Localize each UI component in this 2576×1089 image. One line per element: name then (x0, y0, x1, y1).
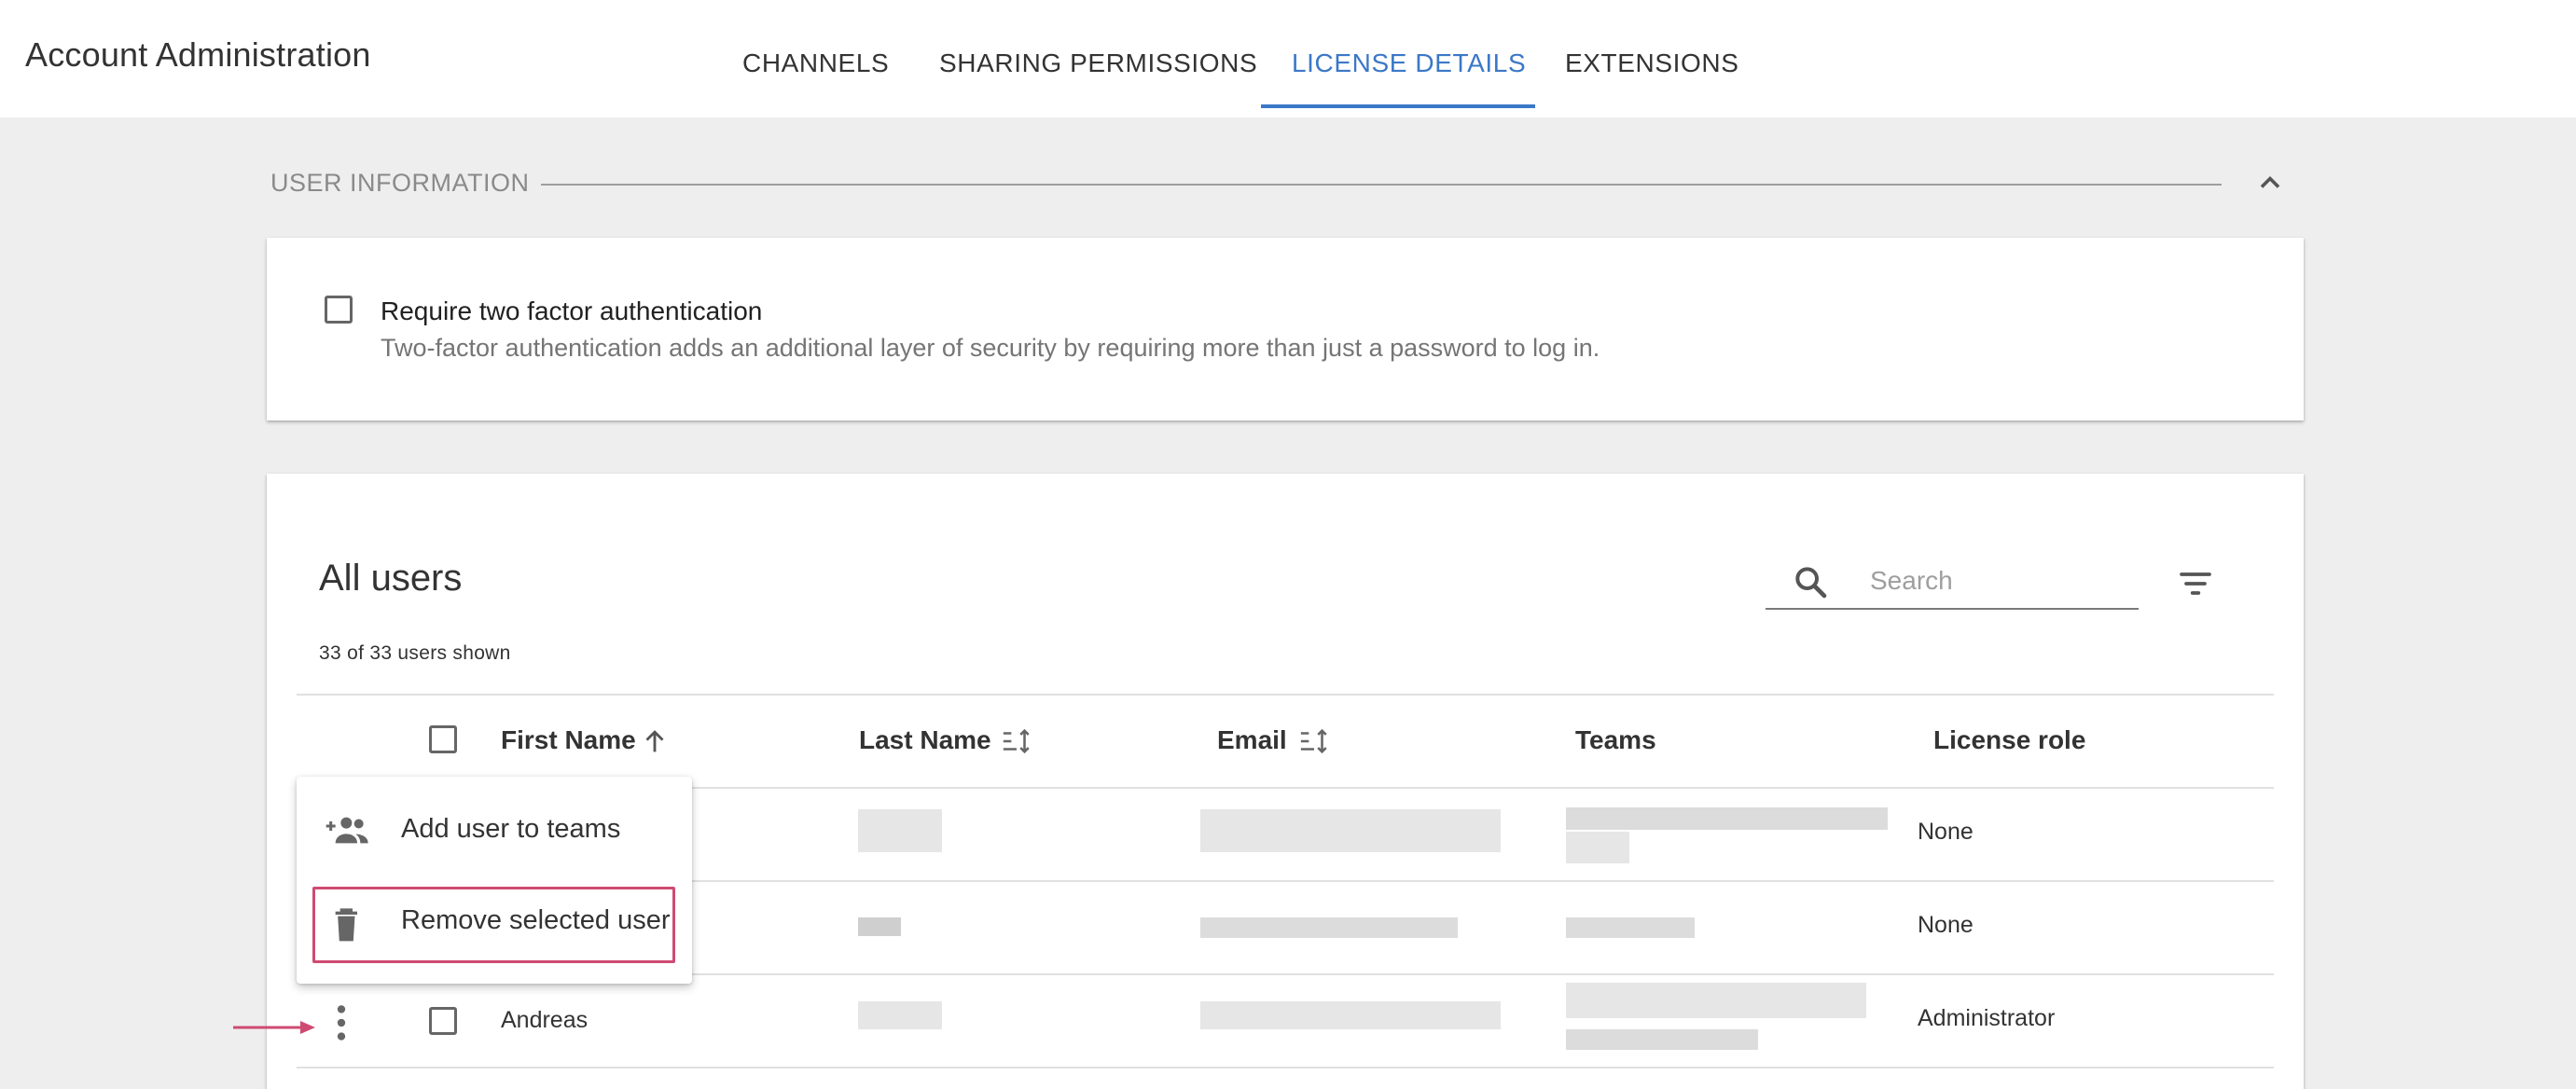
sort-icon[interactable] (1001, 725, 1032, 757)
redacted-email (1200, 1001, 1501, 1029)
top-bar: Account Administration CHANNELS SHARING … (0, 0, 2576, 117)
two-factor-label: Require two factor authentication (381, 296, 763, 325)
tab-sharing-permissions[interactable]: SHARING PERMISSIONS (939, 48, 1257, 78)
search-input[interactable] (1868, 559, 2124, 602)
row-checkbox[interactable] (429, 1007, 457, 1035)
column-header-email[interactable]: Email (1217, 725, 1287, 755)
chevron-up-icon[interactable] (2253, 166, 2287, 200)
add-user-to-teams-item[interactable]: Add user to teams (297, 786, 692, 875)
first-name: Andreas (501, 1007, 589, 1033)
tab-license-details[interactable]: LICENSE DETAILS (1292, 48, 1526, 78)
users-title: All users (319, 558, 463, 599)
row-more-icon[interactable] (325, 999, 358, 1046)
redacted-email (1200, 809, 1501, 852)
redacted-email (1200, 917, 1458, 938)
add-group-icon (325, 810, 371, 851)
redacted-teams (1566, 983, 1866, 1018)
section-divider (541, 184, 2222, 186)
redacted-last-name (858, 809, 942, 852)
menu-item-label: Add user to teams (401, 814, 621, 844)
license-role: None (1918, 912, 1974, 938)
tab-extensions[interactable]: EXTENSIONS (1565, 48, 1738, 78)
sort-ascending-icon[interactable] (639, 725, 671, 757)
two-factor-card (267, 238, 2304, 420)
license-role: None (1918, 819, 1974, 845)
highlight-annotation (312, 887, 675, 963)
users-count: 33 of 33 users shown (319, 642, 511, 664)
column-header-last-name[interactable]: Last Name (859, 725, 991, 755)
search-box (1766, 556, 2139, 610)
redacted-teams (1566, 807, 1888, 830)
column-header-teams[interactable]: Teams (1575, 725, 1656, 755)
redacted-teams (1566, 1029, 1758, 1050)
column-header-license-role[interactable]: License role (1933, 725, 2085, 755)
two-factor-checkbox[interactable] (325, 296, 353, 324)
select-all-checkbox[interactable] (429, 725, 457, 753)
active-tab-indicator (1261, 104, 1535, 108)
table-top-divider (297, 694, 2274, 696)
sort-icon[interactable] (1298, 725, 1330, 757)
redacted-teams (1566, 917, 1695, 938)
page-title: Account Administration (25, 35, 371, 74)
section-title: USER INFORMATION (270, 169, 530, 197)
two-factor-description: Two-factor authentication adds an additi… (381, 334, 1600, 362)
redacted-last-name (858, 1001, 942, 1029)
filter-icon[interactable] (2177, 565, 2214, 602)
search-icon[interactable] (1792, 563, 1829, 600)
license-role: Administrator (1918, 1005, 2056, 1031)
arrow-annotation (233, 1018, 317, 1037)
tab-channels[interactable]: CHANNELS (742, 48, 889, 78)
row-divider (297, 1067, 2274, 1068)
redacted-last-name (858, 917, 901, 936)
column-header-first-name[interactable]: First Name (501, 725, 636, 755)
redacted-teams (1566, 832, 1629, 863)
